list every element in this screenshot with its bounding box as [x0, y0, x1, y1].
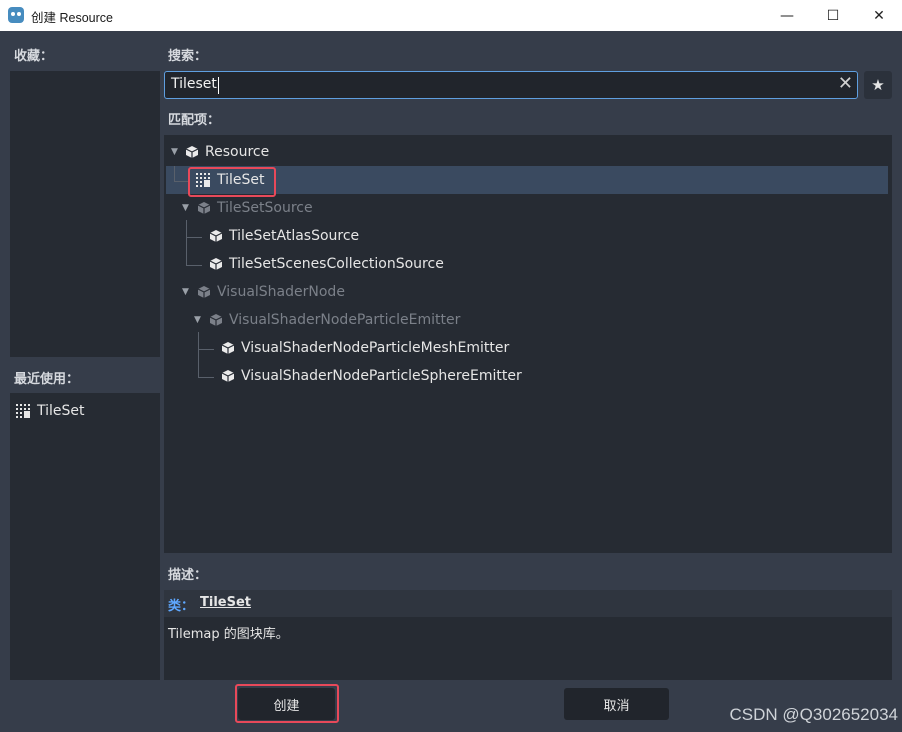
tileset-highlight-box — [188, 167, 276, 197]
tree-item-label: Resource — [205, 144, 270, 160]
matches-label: 匹配项： — [168, 113, 221, 128]
godot-app-icon — [8, 7, 24, 23]
tileset-icon — [16, 404, 30, 418]
cancel-button[interactable]: 取消 — [564, 688, 669, 720]
search-label: 搜索： — [168, 49, 208, 64]
tree-item-visualshadernodeparticlesphereemitter[interactable]: VisualShaderNodeParticleSphereEmitter — [221, 363, 522, 389]
text-caret — [218, 77, 219, 94]
resource-cube-icon — [221, 341, 235, 355]
class-prefix: 类： — [168, 599, 195, 614]
search-input[interactable]: Tileset ✕ — [164, 71, 858, 99]
favorites-label: 收藏： — [14, 49, 54, 64]
tree-guide — [186, 265, 202, 266]
chevron-down-icon[interactable]: ▼ — [194, 315, 201, 325]
tree-guide — [198, 332, 199, 377]
window-title: 创建 Resource — [31, 11, 113, 25]
description-text: Tilemap 的图块库。 — [168, 627, 289, 642]
class-link[interactable]: TileSet — [200, 595, 251, 610]
maximize-button[interactable]: ☐ — [810, 0, 856, 31]
tree-guide — [198, 377, 214, 378]
create-highlight-box — [235, 684, 339, 723]
search-input-value: Tileset — [171, 76, 217, 92]
resource-cube-icon — [185, 145, 199, 159]
tree-item-tilesetsource[interactable]: TileSetSource — [197, 195, 313, 221]
tree-item-visualshadernodeparticlemeshemitter[interactable]: VisualShaderNodeParticleMeshEmitter — [221, 335, 509, 361]
resource-cube-icon — [221, 369, 235, 383]
tree-item-tilesetatlassource[interactable]: TileSetAtlasSource — [209, 223, 359, 249]
chevron-down-icon[interactable]: ▼ — [182, 287, 189, 297]
resource-cube-icon — [197, 201, 211, 215]
tree-item-label: TileSetAtlasSource — [229, 228, 360, 244]
tree-guide — [174, 181, 188, 182]
tree-item-tilesetscenescollectionsource[interactable]: TileSetScenesCollectionSource — [209, 251, 444, 277]
watermark: CSDN @Q302652034 — [729, 705, 898, 724]
resource-cube-icon — [197, 285, 211, 299]
minimize-button[interactable]: — — [764, 0, 810, 31]
description-label: 描述： — [168, 568, 208, 583]
tree-item-label: VisualShaderNodeParticleEmitter — [229, 312, 461, 328]
tree-item-visualshadernode[interactable]: VisualShaderNode — [197, 279, 345, 305]
description-body: Tilemap 的图块库。 — [164, 617, 892, 680]
tree-item-visualshadernodeparticleemitter[interactable]: VisualShaderNodeParticleEmitter — [209, 307, 460, 333]
title-bar: 创建 Resource — ☐ ✕ — [0, 0, 902, 31]
favorite-star-button[interactable]: ★ — [864, 71, 892, 99]
tree-item-label: TileSetSource — [217, 200, 313, 216]
clear-search-icon[interactable]: ✕ — [838, 73, 853, 94]
tree-item-label: VisualShaderNodeParticleSphereEmitter — [241, 368, 522, 384]
chevron-down-icon[interactable]: ▼ — [171, 147, 178, 157]
chevron-down-icon[interactable]: ▼ — [182, 203, 189, 213]
tree-item-label: VisualShaderNode — [217, 284, 345, 300]
tree-guide — [174, 166, 175, 181]
star-icon: ★ — [871, 76, 885, 94]
favorites-list[interactable] — [10, 71, 160, 357]
tree-item-label: VisualShaderNodeParticleMeshEmitter — [241, 340, 510, 356]
recent-list[interactable]: TileSet — [10, 393, 160, 680]
recent-item-tileset[interactable]: TileSet — [16, 403, 85, 419]
tree-item-label: TileSetScenesCollectionSource — [229, 256, 444, 272]
recent-label: 最近使用： — [14, 372, 80, 387]
close-window-button[interactable]: ✕ — [856, 0, 902, 31]
recent-item-label: TileSet — [37, 403, 85, 419]
tree-item-resource[interactable]: Resource — [185, 139, 269, 165]
tree-guide — [186, 237, 202, 238]
tree-guide — [198, 349, 214, 350]
resource-cube-icon — [209, 229, 223, 243]
resource-cube-icon — [209, 313, 223, 327]
description-header: 类： TileSet — [164, 590, 892, 617]
resource-cube-icon — [209, 257, 223, 271]
tree-guide — [186, 220, 187, 265]
